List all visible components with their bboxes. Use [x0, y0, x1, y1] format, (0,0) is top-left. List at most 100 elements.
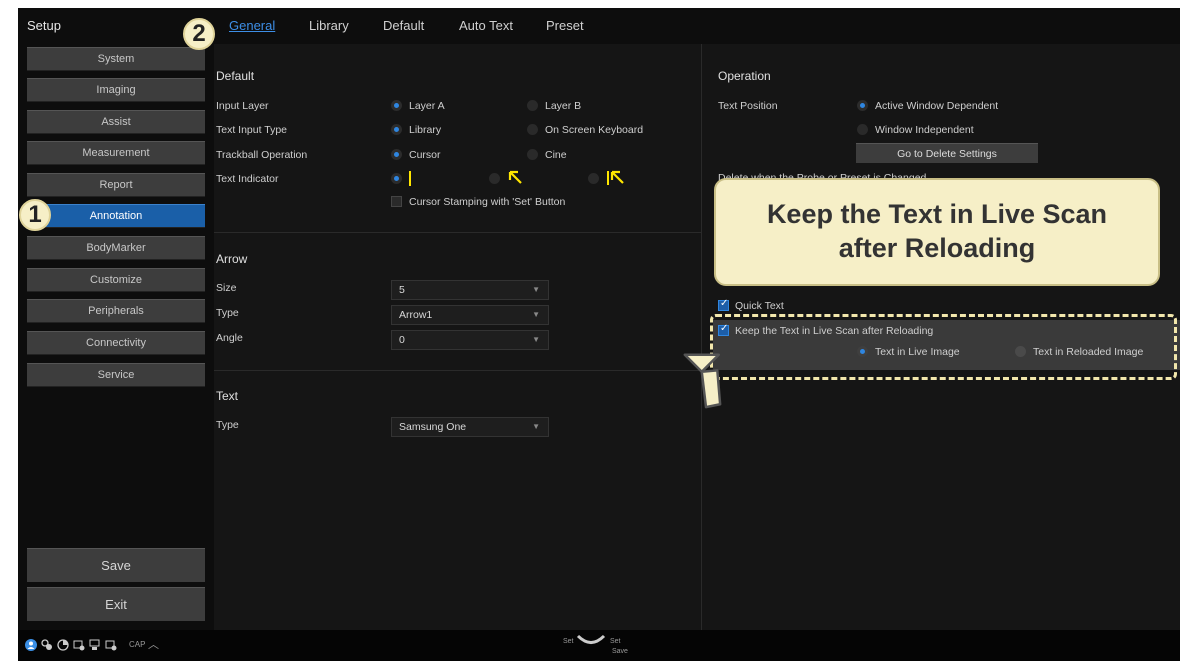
- save-button[interactable]: Save: [27, 548, 205, 582]
- cursor-stamping-label: Cursor Stamping with 'Set' Button: [409, 196, 566, 208]
- sidebar-item-peripherals[interactable]: Peripherals: [27, 299, 205, 323]
- chevron-up-icon[interactable]: ︿: [148, 636, 159, 652]
- status-bar: CAP ︿ Set Set Save: [18, 630, 1180, 661]
- select-value: Arrow1: [399, 309, 433, 321]
- trackball-operation-label: Trackball Operation: [216, 149, 308, 161]
- sidebar-item-label: System: [97, 53, 135, 65]
- tab-bar: General Library Default Auto Text Preset: [214, 8, 1180, 44]
- active-window-dependent-radio[interactable]: [857, 100, 868, 111]
- sidebar-item-imaging[interactable]: Imaging: [27, 78, 205, 102]
- sidebar-item-label: Report: [99, 179, 133, 191]
- operation-section-title: Operation: [718, 69, 771, 83]
- sidebar-item-label: Peripherals: [88, 305, 144, 317]
- sidebar-item-customize[interactable]: Customize: [27, 268, 205, 292]
- step-2-badge: 2: [183, 18, 215, 50]
- indicator-bar-radio[interactable]: [391, 173, 402, 184]
- highlight-dashed-box: [710, 314, 1177, 380]
- default-section-title: Default: [216, 69, 255, 83]
- arrow-size-label: Size: [216, 282, 237, 294]
- sidebar-item-bodymarker[interactable]: BodyMarker: [27, 236, 205, 260]
- quick-text-checkbox[interactable]: [718, 298, 729, 311]
- library-option-label: Library: [409, 124, 442, 136]
- tab-preset[interactable]: Preset: [546, 18, 584, 33]
- sidebar-item-connectivity[interactable]: Connectivity: [27, 331, 205, 355]
- export-icon[interactable]: [105, 639, 117, 651]
- layer-b-label: Layer B: [545, 100, 582, 112]
- arrow-type-label: Type: [216, 307, 239, 319]
- arrow-angle-label: Angle: [216, 332, 243, 344]
- section-divider: [214, 370, 701, 371]
- set-left-label: Set: [563, 638, 574, 645]
- printer-icon[interactable]: [89, 639, 101, 651]
- layer-a-label: Layer A: [409, 100, 445, 112]
- callout-tooltip: Keep the Text in Live Scan after Reloadi…: [714, 178, 1160, 286]
- text-input-type-label: Text Input Type: [216, 124, 288, 136]
- bar-arrow-cursor-icon: [607, 170, 624, 185]
- sidebar-item-report[interactable]: Report: [27, 173, 205, 197]
- cursor-stamping-checkbox[interactable]: [391, 196, 402, 207]
- cursor-radio[interactable]: [391, 149, 402, 160]
- select-value: 0: [399, 334, 405, 346]
- sidebar-item-label: Imaging: [96, 84, 136, 96]
- select-value: Samsung One: [399, 421, 467, 433]
- text-type-label: Type: [216, 419, 239, 431]
- text-indicator-label: Text Indicator: [216, 173, 279, 185]
- tab-library[interactable]: Library: [309, 18, 349, 33]
- window-independent-label: Window Independent: [875, 124, 974, 136]
- arrow-angle-select[interactable]: 0 ▼: [391, 330, 549, 350]
- setup-title: Setup: [27, 18, 61, 33]
- sidebar-item-label: Annotation: [89, 210, 143, 222]
- network-icon[interactable]: [41, 639, 53, 651]
- text-section-title: Text: [216, 389, 239, 403]
- layer-a-radio[interactable]: [391, 100, 402, 111]
- library-radio[interactable]: [391, 124, 402, 135]
- sidebar-item-label: Connectivity: [86, 337, 146, 349]
- layer-b-radio[interactable]: [527, 100, 538, 111]
- indicator-bar-arrow-radio[interactable]: [588, 173, 599, 184]
- section-divider: [214, 232, 701, 233]
- sidebar-item-label: Service: [97, 369, 135, 381]
- input-layer-label: Input Layer: [216, 100, 269, 112]
- cine-option-label: Cine: [545, 149, 567, 161]
- arrow-section-title: Arrow: [216, 252, 248, 266]
- tab-general[interactable]: General: [229, 18, 275, 33]
- sidebar-item-assist[interactable]: Assist: [27, 110, 205, 134]
- sidebar-item-measurement[interactable]: Measurement: [27, 141, 205, 165]
- on-screen-keyboard-label: On Screen Keyboard: [545, 124, 644, 136]
- sidebar-item-system[interactable]: System: [27, 47, 205, 71]
- arrow-cursor-icon: [508, 170, 522, 184]
- cine-radio[interactable]: [527, 149, 538, 160]
- tab-default[interactable]: Default: [383, 18, 424, 33]
- save-under-label: Save: [612, 648, 628, 655]
- bar-cursor-icon: [409, 171, 411, 186]
- sidebar-item-service[interactable]: Service: [27, 363, 205, 387]
- dropdown-caret-icon: ▼: [532, 422, 540, 431]
- storage-icon[interactable]: [73, 639, 85, 651]
- dropdown-caret-icon: ▼: [532, 310, 540, 319]
- set-right-label: Set: [610, 638, 621, 645]
- trackball-icon: [576, 634, 606, 644]
- tab-auto-text[interactable]: Auto Text: [459, 18, 513, 33]
- go-to-delete-settings-button[interactable]: Go to Delete Settings: [856, 143, 1038, 163]
- active-window-dependent-label: Active Window Dependent: [875, 100, 999, 112]
- arrow-type-select[interactable]: Arrow1 ▼: [391, 305, 549, 325]
- dropdown-caret-icon: ▼: [532, 335, 540, 344]
- panel-divider: [701, 44, 702, 630]
- on-screen-keyboard-radio[interactable]: [527, 124, 538, 135]
- sidebar-item-label: BodyMarker: [86, 242, 146, 254]
- step-1-badge: 1: [19, 199, 51, 231]
- quick-text-label: Quick Text: [735, 300, 784, 312]
- cap-indicator: CAP: [129, 640, 146, 649]
- sidebar-item-annotation[interactable]: Annotation: [27, 204, 205, 228]
- sidebar-item-label: Measurement: [82, 147, 150, 159]
- user-icon[interactable]: [25, 639, 37, 651]
- exit-button[interactable]: Exit: [27, 587, 205, 621]
- pointer-hand-icon: [683, 353, 722, 409]
- indicator-arrow-radio[interactable]: [489, 173, 500, 184]
- clock-icon[interactable]: [57, 639, 69, 651]
- sidebar-item-label: Customize: [90, 274, 142, 286]
- text-type-select[interactable]: Samsung One ▼: [391, 417, 549, 437]
- sidebar: Setup System Imaging Assist Measurement …: [18, 8, 214, 630]
- arrow-size-select[interactable]: 5 ▼: [391, 280, 549, 300]
- window-independent-radio[interactable]: [857, 124, 868, 135]
